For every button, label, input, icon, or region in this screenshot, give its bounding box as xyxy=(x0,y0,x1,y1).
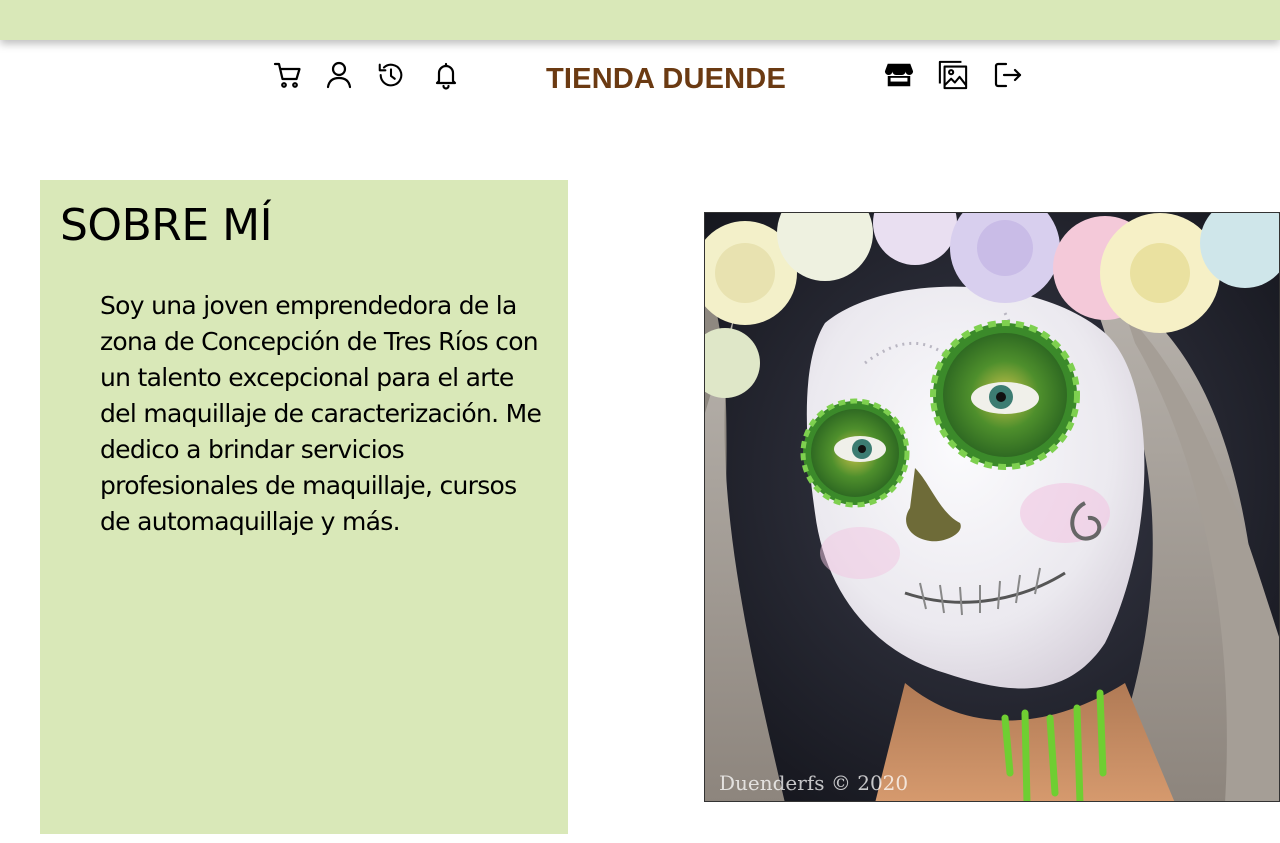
about-card: SOBRE MÍ Soy una joven emprendedora de l… xyxy=(40,180,568,834)
user-icon[interactable] xyxy=(324,59,354,91)
main-navigation: TIENDA DUENDE xyxy=(0,40,1280,120)
brand-title[interactable]: TIENDA DUENDE xyxy=(546,60,786,98)
about-body: Soy una joven emprendedora de la zona de… xyxy=(100,291,542,536)
bell-icon[interactable] xyxy=(431,59,461,91)
gallery-icon[interactable] xyxy=(938,59,968,91)
photo-watermark: Duenderfs © 2020 xyxy=(719,771,909,795)
makeup-photo: Duenderfs © 2020 xyxy=(704,212,1280,802)
store-icon[interactable] xyxy=(884,59,914,91)
makeup-photo-illustration xyxy=(705,213,1279,801)
history-icon[interactable] xyxy=(376,59,406,91)
logout-icon[interactable] xyxy=(993,59,1023,91)
cart-icon[interactable] xyxy=(273,59,303,91)
top-bar xyxy=(0,0,1280,40)
about-title: SOBRE MÍ xyxy=(60,200,273,251)
